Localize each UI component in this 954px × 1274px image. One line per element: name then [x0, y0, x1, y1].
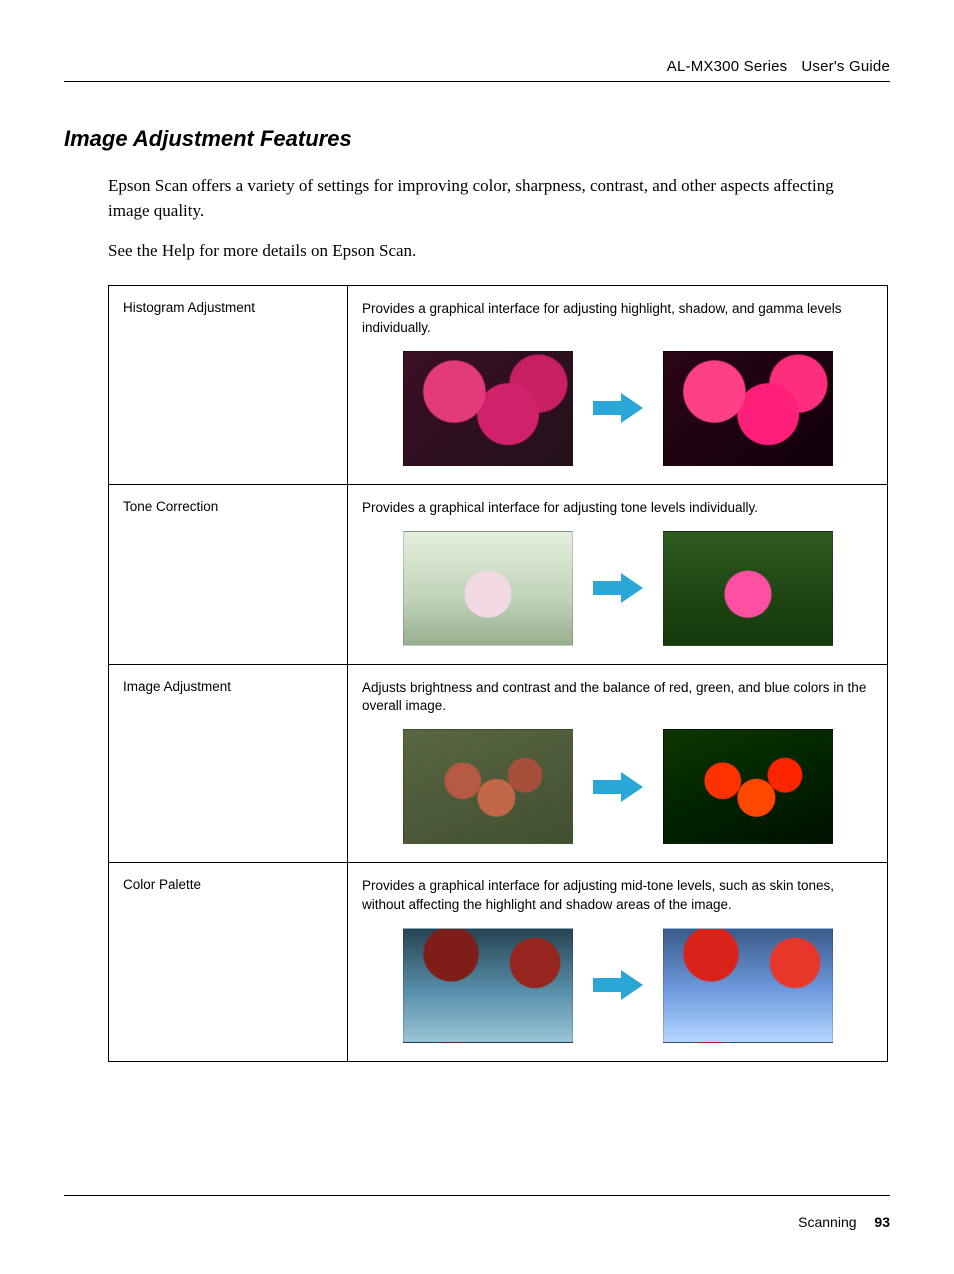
arrow-right-icon: [591, 770, 645, 804]
section-title: Image Adjustment Features: [64, 126, 890, 152]
feature-name-cell: Histogram Adjustment: [109, 286, 348, 484]
help-note: See the Help for more details on Epson S…: [108, 241, 890, 261]
product-name: AL-MX300 Series: [667, 58, 788, 75]
table-row: Color Palette Provides a graphical interf…: [109, 863, 888, 1061]
feature-name: Tone Correction: [123, 499, 218, 514]
after-image: [663, 928, 833, 1043]
before-image: [403, 531, 573, 646]
feature-desc-cell: Provides a graphical interface for adjus…: [348, 286, 888, 484]
page-footer: Scanning 93: [64, 1195, 890, 1230]
feature-desc-cell: Adjusts brightness and contrast and the …: [348, 664, 888, 862]
before-image: [403, 729, 573, 844]
footer-page-number: 93: [874, 1214, 890, 1230]
feature-description: Adjusts brightness and contrast and the …: [362, 679, 873, 715]
feature-description: Provides a graphical interface for adjus…: [362, 877, 873, 913]
feature-description: Provides a graphical interface for adjus…: [362, 499, 873, 517]
running-header: AL-MX300 Series User's Guide: [64, 58, 890, 75]
after-image: [663, 531, 833, 646]
feature-name-cell: Image Adjustment: [109, 664, 348, 862]
before-after-group: [362, 351, 873, 466]
before-after-group: [362, 729, 873, 844]
page: AL-MX300 Series User's Guide Image Adjust…: [0, 0, 954, 1274]
feature-name-cell: Tone Correction: [109, 484, 348, 664]
before-after-group: [362, 531, 873, 646]
header-rule: AL-MX300 Series User's Guide: [64, 58, 890, 82]
features-tbody: Histogram Adjustment Provides a graphical…: [109, 286, 888, 1062]
arrow-right-icon: [591, 968, 645, 1002]
feature-desc-cell: Provides a graphical interface for adjus…: [348, 863, 888, 1061]
intro-paragraph: Epson Scan offers a variety of settings …: [108, 174, 868, 223]
after-image: [663, 729, 833, 844]
table-row: Image Adjustment Adjusts brightness and c…: [109, 664, 888, 862]
feature-desc-cell: Provides a graphical interface for adjus…: [348, 484, 888, 664]
feature-name-cell: Color Palette: [109, 863, 348, 1061]
table-row: Tone Correction Provides a graphical inte…: [109, 484, 888, 664]
feature-name: Histogram Adjustment: [123, 300, 255, 315]
after-image: [663, 351, 833, 466]
before-image: [403, 928, 573, 1043]
before-after-group: [362, 928, 873, 1043]
arrow-right-icon: [591, 391, 645, 425]
features-table: Histogram Adjustment Provides a graphical…: [108, 285, 888, 1062]
feature-name: Image Adjustment: [123, 679, 231, 694]
before-image: [403, 351, 573, 466]
arrow-right-icon: [591, 571, 645, 605]
feature-name: Color Palette: [123, 877, 201, 892]
table-row: Histogram Adjustment Provides a graphical…: [109, 286, 888, 484]
feature-description: Provides a graphical interface for adjus…: [362, 300, 873, 336]
footer-chapter: Scanning: [798, 1214, 856, 1230]
doc-type: User's Guide: [801, 58, 890, 75]
